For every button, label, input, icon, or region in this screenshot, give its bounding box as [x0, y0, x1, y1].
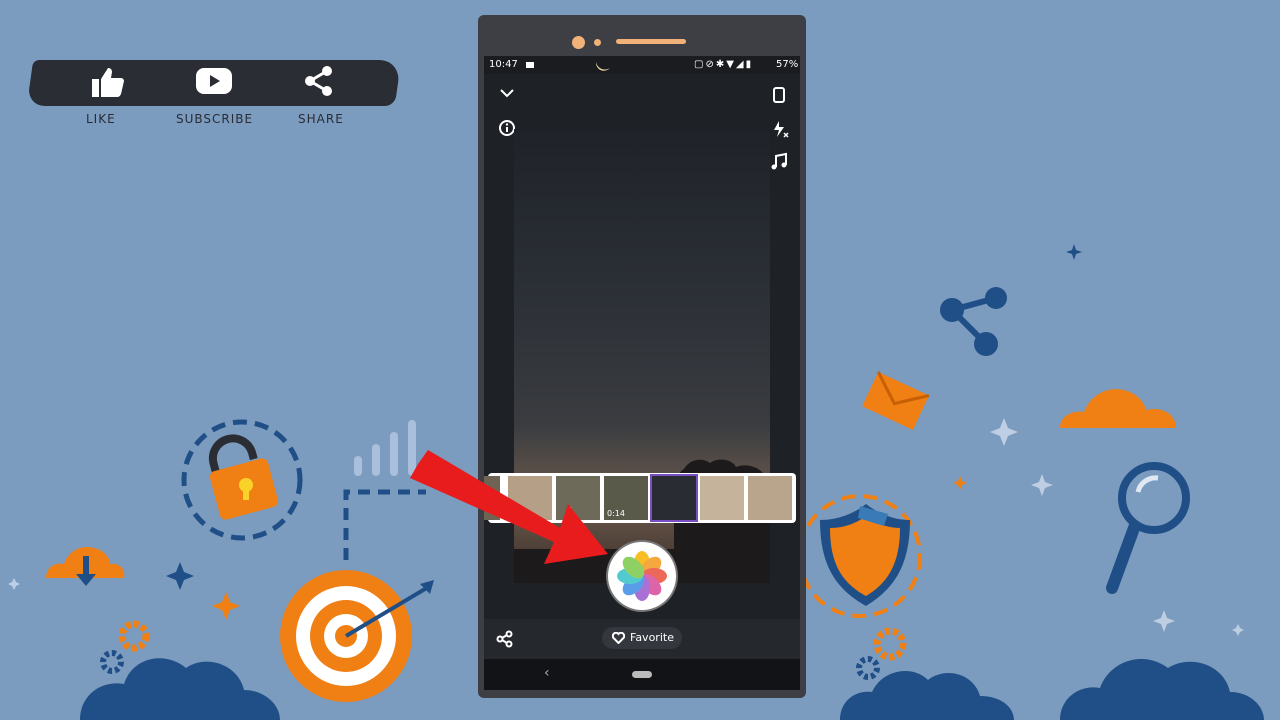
shield-icon — [798, 494, 922, 618]
thumbnail-selected[interactable] — [652, 476, 696, 520]
rotate-icon[interactable] — [770, 85, 788, 105]
share-icon[interactable] — [496, 630, 514, 648]
back-icon[interactable]: ‹ — [544, 665, 550, 681]
flash-off-icon[interactable] — [770, 119, 790, 139]
network-share-icon — [940, 287, 1007, 356]
favorite-button[interactable]: Favorite — [602, 627, 682, 649]
speaker-grille — [616, 39, 686, 44]
favorite-label: Favorite — [630, 631, 674, 644]
crescent-moon-icon — [595, 62, 610, 71]
photos-app-icon — [617, 551, 667, 601]
sensor-dot — [594, 39, 601, 46]
chevron-down-icon[interactable] — [498, 84, 516, 102]
bottom-action-bar: Favorite — [484, 619, 800, 659]
padlock-icon — [181, 419, 303, 541]
music-icon[interactable] — [770, 152, 788, 172]
crescent-moon-icon — [622, 242, 630, 248]
home-pill-icon[interactable] — [632, 671, 652, 678]
thumbnail[interactable] — [748, 476, 792, 520]
signal-bars-icon — [354, 420, 416, 476]
front-camera — [572, 36, 585, 49]
magnifier-icon — [1106, 462, 1190, 594]
target-icon — [280, 570, 434, 702]
status-bar: 10:47 ▢⊘✱▼◢▮ 57% — [484, 56, 800, 74]
thumbnail[interactable] — [700, 476, 744, 520]
cloud-download-icon — [46, 546, 125, 586]
envelope-icon — [862, 371, 930, 430]
cloud-icon — [80, 658, 280, 720]
battery-percent: 57% — [776, 59, 799, 70]
notification-icon — [526, 62, 534, 68]
cloud-icon — [1060, 389, 1176, 428]
status-time: 10:47 — [489, 59, 518, 70]
status-icons: ▢⊘✱▼◢▮ — [694, 59, 754, 70]
red-arrow-annotation — [410, 450, 608, 564]
heart-icon — [612, 632, 625, 644]
photos-app-button[interactable] — [608, 542, 676, 610]
navigation-bar: ‹ — [484, 659, 800, 690]
